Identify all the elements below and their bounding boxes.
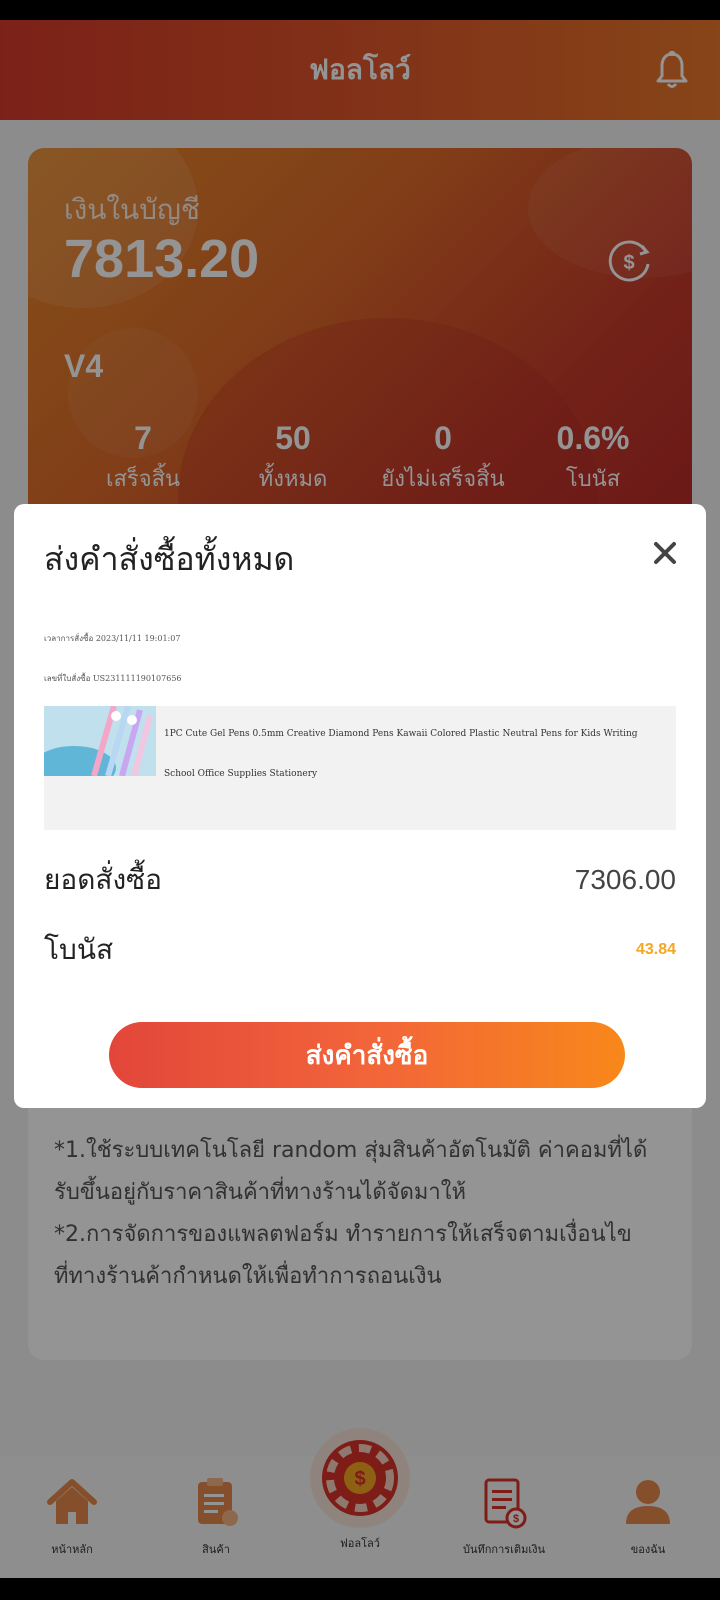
app-screen: ฟอลโลว์ เงินในบัญชี 7813.20 $ V4 7 เสร็จ… xyxy=(0,20,720,1578)
order-time: เวลาการสั่งซื้อ 2023/11/11 19:01:07 xyxy=(44,634,181,643)
close-icon[interactable] xyxy=(652,540,678,566)
product-image xyxy=(44,706,156,776)
order-number: เลขที่ใบสั่งซื้อ US231111190107656 xyxy=(44,674,182,683)
system-navigation-bar xyxy=(0,1578,720,1600)
order-amount-value: 7306.00 xyxy=(574,864,676,895)
status-bar xyxy=(0,0,720,20)
product-item: 1PC Cute Gel Pens 0.5mm Creative Diamond… xyxy=(44,706,676,830)
order-amount-row: ยอดสั่งซื้อ 7306.00 xyxy=(44,858,676,902)
submit-order-dialog: ส่งคำสั่งซื้อทั้งหมด เวลาการสั่งซื้อ 202… xyxy=(14,504,706,1108)
order-amount-label: ยอดสั่งซื้อ xyxy=(44,863,162,896)
bonus-label: โบนัส xyxy=(44,933,114,966)
submit-order-button[interactable]: ส่งคำสั่งซื้อ xyxy=(109,1022,625,1088)
product-name: 1PC Cute Gel Pens 0.5mm Creative Diamond… xyxy=(164,729,638,779)
dialog-title: ส่งคำสั่งซื้อทั้งหมด xyxy=(44,540,295,578)
bonus-value: 43.84 xyxy=(635,941,676,958)
bonus-row: โบนัส 43.84 xyxy=(44,928,676,972)
